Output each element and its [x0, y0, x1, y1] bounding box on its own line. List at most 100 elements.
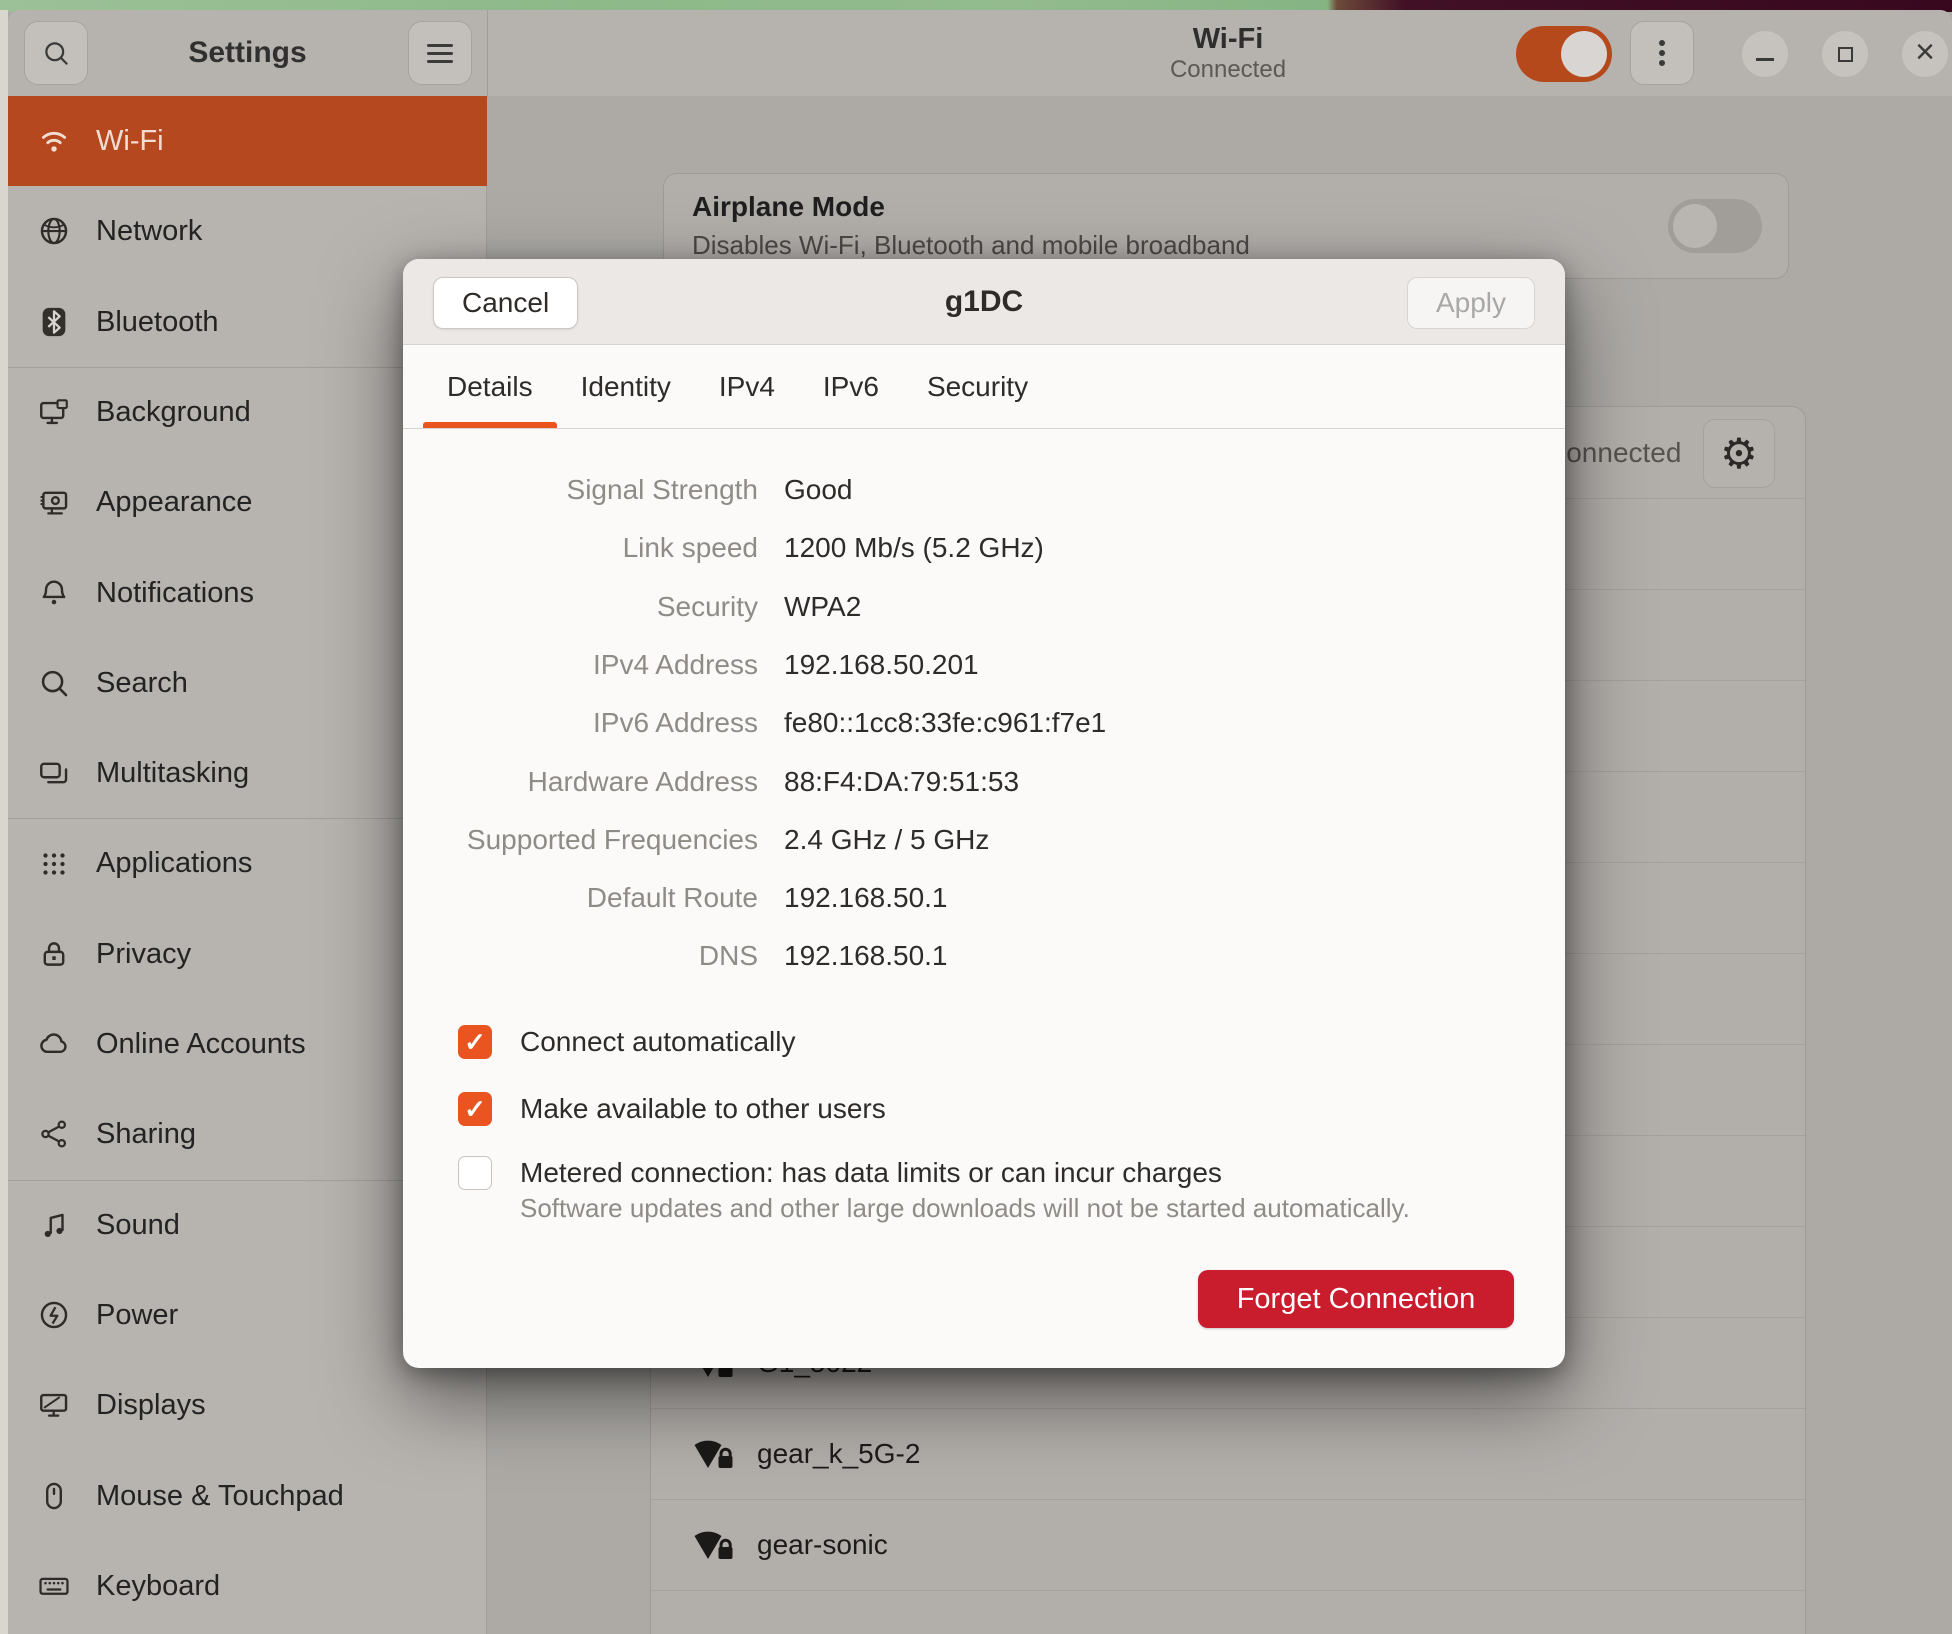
- apps-grid-icon: [36, 846, 72, 882]
- detail-row-ipv6-address: IPv6 Address fe80::1cc8:33fe:c961:f7e1: [403, 694, 1565, 752]
- page-title-block: Wi-Fi Connected: [1028, 10, 1428, 96]
- detail-label: IPv6 Address: [403, 707, 758, 739]
- sidebar-item-label: Displays: [96, 1389, 206, 1422]
- sidebar-item-label: Privacy: [96, 938, 191, 971]
- checkbox-checked-icon[interactable]: [458, 1025, 492, 1059]
- close-button[interactable]: ×: [1902, 31, 1948, 77]
- network-settings-button[interactable]: [1703, 419, 1775, 488]
- network-row[interactable]: [651, 1590, 1805, 1634]
- network-row-gear-k-5g-2[interactable]: gear_k_5G-2: [651, 1408, 1805, 1499]
- dialog-body: Signal Strength Good Link speed 1200 Mb/s (…: [403, 429, 1565, 1368]
- wifi-toggle[interactable]: [1516, 26, 1612, 82]
- detail-value: 192.168.50.1: [784, 882, 948, 914]
- page-subtitle: Connected: [1170, 56, 1286, 84]
- bluetooth-icon: [36, 304, 72, 340]
- tab-ipv4[interactable]: IPv4: [695, 345, 799, 428]
- sidebar-item-label: Background: [96, 396, 251, 429]
- detail-label: DNS: [403, 940, 758, 972]
- tab-ipv6[interactable]: IPv6: [799, 345, 903, 428]
- checkbox-unchecked-icon[interactable]: [458, 1156, 492, 1190]
- wifi-icon: [36, 123, 72, 159]
- network-name: gear-sonic: [757, 1529, 888, 1561]
- maximize-button[interactable]: [1822, 31, 1868, 77]
- tab-identity[interactable]: Identity: [557, 345, 695, 428]
- sidebar-item-mouse-touchpad[interactable]: Mouse & Touchpad: [8, 1451, 487, 1541]
- wifi-lock-icon: [691, 1433, 737, 1475]
- sidebar-item-label: Power: [96, 1299, 178, 1332]
- sidebar-item-label: Bluetooth: [96, 306, 219, 339]
- globe-icon: [36, 213, 72, 249]
- header-divider: [487, 10, 488, 96]
- main-menu-button[interactable]: [408, 21, 472, 85]
- maximize-icon: [1838, 47, 1853, 62]
- checkbox-make-available-to-other-users[interactable]: Make available to other users: [458, 1092, 886, 1126]
- detail-value: 192.168.50.1: [784, 940, 948, 972]
- network-row-gear-sonic[interactable]: gear-sonic: [651, 1499, 1805, 1590]
- minimize-button[interactable]: [1742, 31, 1788, 77]
- mouse-icon: [36, 1478, 72, 1514]
- page-title: Wi-Fi: [1193, 22, 1264, 56]
- detail-row-hardware-address: Hardware Address 88:F4:DA:79:51:53: [403, 753, 1565, 811]
- apply-button[interactable]: Apply: [1407, 277, 1535, 329]
- airplane-mode-toggle[interactable]: [1668, 199, 1762, 253]
- sidebar-item-label: Notifications: [96, 577, 254, 610]
- airplane-mode-subtitle: Disables Wi-Fi, Bluetooth and mobile bro…: [692, 230, 1250, 261]
- music-note-icon: [36, 1208, 72, 1244]
- detail-value: 2.4 GHz / 5 GHz: [784, 824, 989, 856]
- detail-value: 192.168.50.201: [784, 649, 979, 681]
- detail-row-security: SecurityWPA2: [403, 578, 1565, 636]
- checkbox-checked-icon[interactable]: [458, 1092, 492, 1126]
- sidebar-item-label: Applications: [96, 847, 252, 880]
- detail-value: 88:F4:DA:79:51:53: [784, 766, 1019, 798]
- detail-label: IPv4 Address: [403, 649, 758, 681]
- checkbox-metered-connection[interactable]: Metered connection: has data limits or c…: [458, 1156, 1565, 1224]
- keyboard-icon: [36, 1568, 72, 1604]
- toggle-knob: [1561, 31, 1607, 77]
- sidebar-item-label: Online Accounts: [96, 1028, 306, 1061]
- sidebar-item-label: Multitasking: [96, 757, 249, 790]
- lock-icon: [36, 936, 72, 972]
- forget-connection-button[interactable]: Forget Connection: [1198, 1270, 1514, 1328]
- detail-value: WPA2: [784, 591, 861, 623]
- sidebar-item-label: Appearance: [96, 486, 252, 519]
- detail-label: Link speed: [403, 532, 758, 564]
- bell-icon: [36, 575, 72, 611]
- minimize-icon: [1756, 58, 1774, 61]
- toggle-knob: [1673, 204, 1717, 248]
- sidebar-item-label: Sound: [96, 1209, 180, 1242]
- wifi-lock-icon: [691, 1524, 737, 1566]
- appearance-icon: [36, 484, 72, 520]
- checkbox-label: Metered connection: has data limits or c…: [520, 1157, 1222, 1189]
- kebab-menu-button[interactable]: [1630, 21, 1694, 85]
- dialog-header: g1DC Cancel Apply: [403, 259, 1565, 345]
- desktop-left-sliver: [0, 10, 8, 1634]
- detail-label: Default Route: [403, 882, 758, 914]
- sidebar-item-label: Keyboard: [96, 1570, 220, 1603]
- detail-value: Good: [784, 474, 853, 506]
- tab-security[interactable]: Security: [903, 345, 1052, 428]
- connection-status: Connected: [1546, 407, 1681, 498]
- sidebar-item-label: Wi-Fi: [96, 125, 164, 158]
- display-icon: [36, 1387, 72, 1423]
- detail-value: fe80::1cc8:33fe:c961:f7e1: [784, 707, 1106, 739]
- detail-value: 1200 Mb/s (5.2 GHz): [784, 532, 1044, 564]
- cancel-button[interactable]: Cancel: [433, 277, 578, 329]
- checkbox-connect-automatically[interactable]: Connect automatically: [458, 1025, 795, 1059]
- sidebar-item-displays[interactable]: Displays: [8, 1360, 487, 1450]
- dialog-tabbar: DetailsIdentityIPv4IPv6Security: [403, 345, 1565, 429]
- share-icon: [36, 1116, 72, 1152]
- detail-row-dns: DNS 192.168.50.1: [403, 927, 1565, 985]
- sidebar-item-wi-fi[interactable]: Wi-Fi: [8, 96, 487, 186]
- detail-row-default-route: Default Route 192.168.50.1: [403, 869, 1565, 927]
- close-icon: ×: [1915, 35, 1935, 69]
- sidebar-item-label: Network: [96, 215, 202, 248]
- checkbox-label: Connect automatically: [520, 1026, 795, 1058]
- kebab-icon: [1659, 50, 1665, 56]
- detail-label: Hardware Address: [403, 766, 758, 798]
- sidebar-item-keyboard[interactable]: Keyboard: [8, 1541, 487, 1631]
- checkbox-label: Make available to other users: [520, 1093, 886, 1125]
- sidebar-item-label: Mouse & Touchpad: [96, 1480, 344, 1513]
- detail-row-ipv4-address: IPv4 Address 192.168.50.201: [403, 636, 1565, 694]
- detail-label: Signal Strength: [403, 474, 758, 506]
- tab-details[interactable]: Details: [423, 345, 557, 428]
